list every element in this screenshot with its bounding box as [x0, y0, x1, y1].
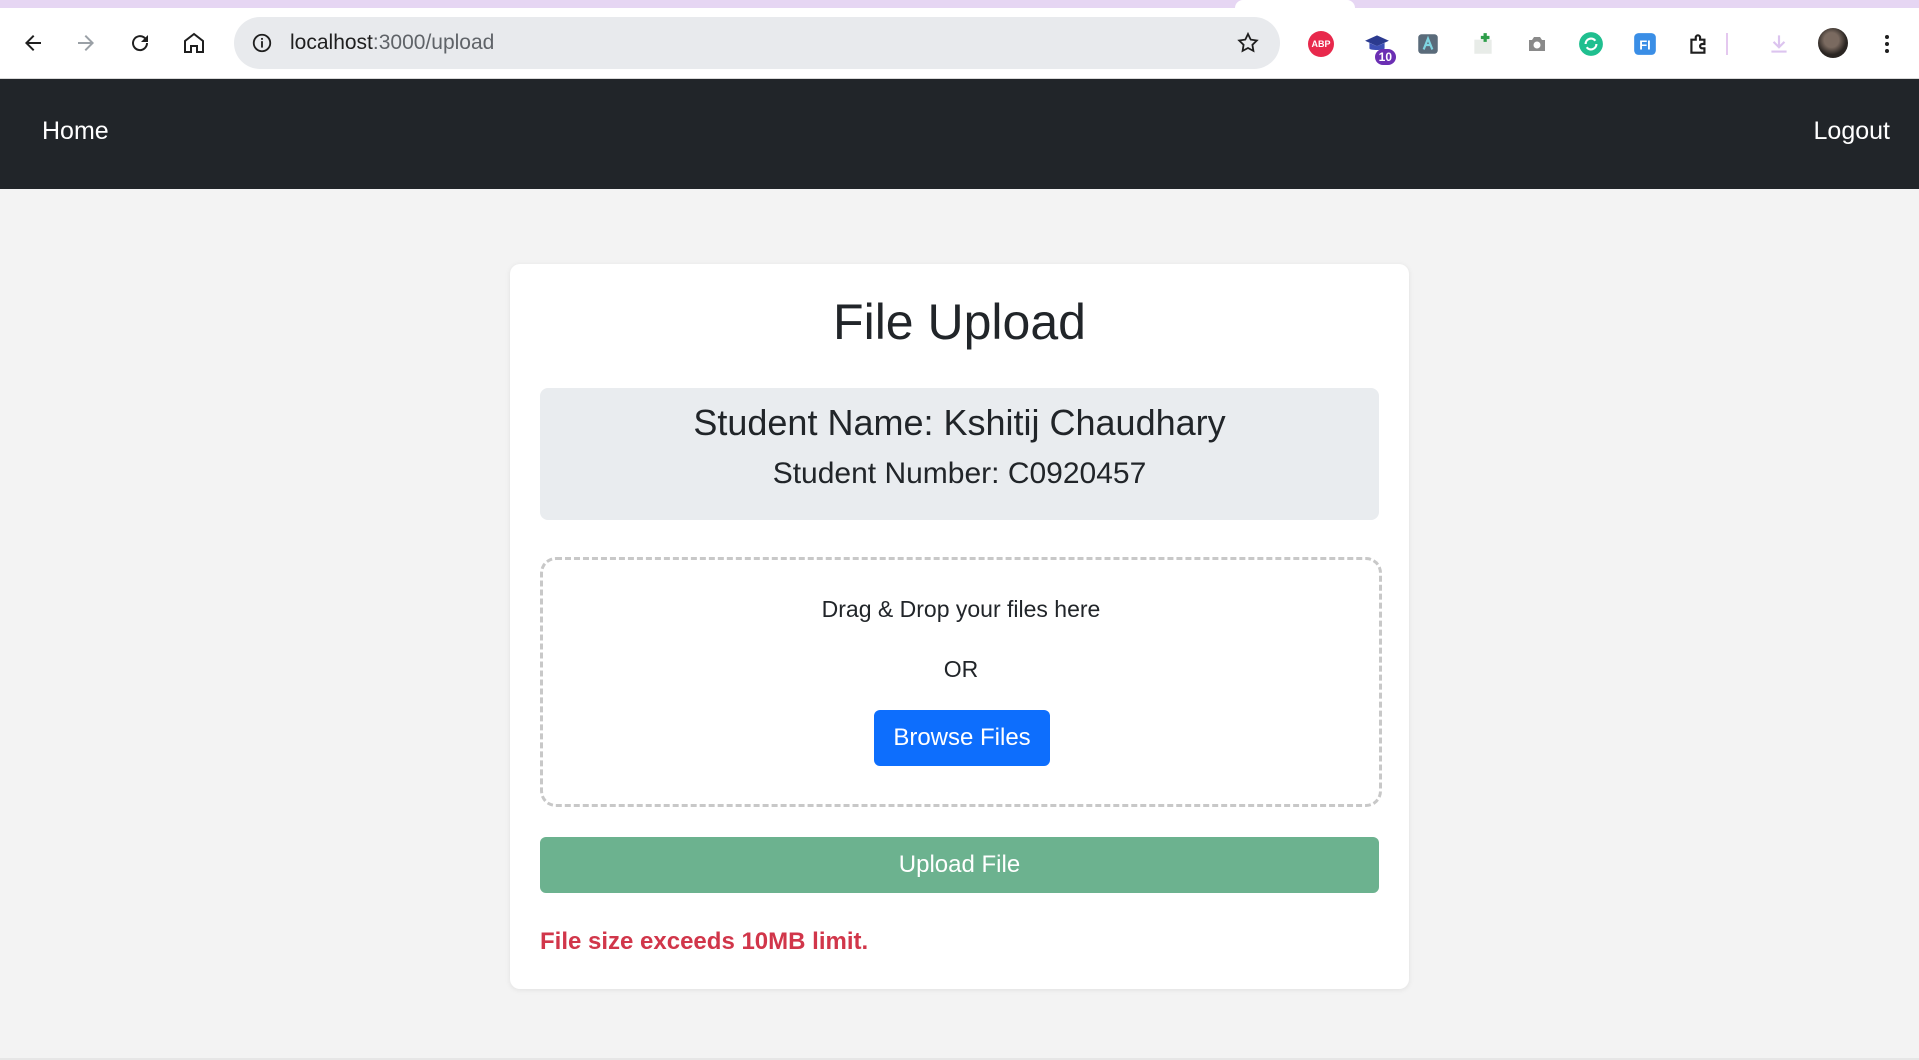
- adblock-plus-icon[interactable]: ABP: [1306, 29, 1336, 59]
- svg-text:FI: FI: [1639, 37, 1651, 52]
- extension-badge: 10: [1374, 49, 1396, 65]
- fi-extension-icon[interactable]: FI: [1630, 29, 1660, 59]
- toolbar-divider: [1722, 29, 1732, 59]
- file-dropzone[interactable]: Drag & Drop your files here OR Browse Fi…: [540, 557, 1382, 807]
- browse-files-button[interactable]: Browse Files: [874, 710, 1050, 766]
- back-arrow-icon[interactable]: [14, 24, 52, 62]
- nav-logout-link[interactable]: Logout: [1814, 117, 1890, 146]
- home-icon[interactable]: [175, 24, 213, 62]
- app-navbar: Home Logout: [0, 79, 1919, 189]
- browser-toolbar: localhost:3000/upload ABP 10 FI: [0, 8, 1919, 79]
- url-host: localhost: [290, 31, 373, 54]
- camera-icon[interactable]: [1522, 29, 1552, 59]
- dropzone-or-text: OR: [943, 656, 979, 682]
- download-icon[interactable]: [1764, 29, 1794, 59]
- extensions-puzzle-icon[interactable]: [1684, 29, 1714, 59]
- site-info-icon[interactable]: [248, 29, 276, 57]
- profile-avatar[interactable]: [1818, 28, 1848, 58]
- nav-home-link[interactable]: Home: [42, 117, 109, 146]
- student-number: Student Number: C0920457: [772, 457, 1147, 490]
- upload-card: File Upload Student Name: Kshitij Chaudh…: [510, 264, 1409, 989]
- student-info-box: Student Name: Kshitij Chaudhary Student …: [540, 388, 1379, 520]
- browser-tab-edge: [1235, 0, 1355, 8]
- menu-kebab-icon[interactable]: [1872, 29, 1902, 59]
- dropzone-instruction: Drag & Drop your files here: [821, 596, 1101, 622]
- sync-extension-icon[interactable]: [1576, 29, 1606, 59]
- adblock-plus-logo: ABP: [1308, 31, 1334, 57]
- cap-extension-icon[interactable]: 10: [1362, 29, 1396, 65]
- browser-tabstrip: [0, 0, 1919, 8]
- font-extension-icon[interactable]: [1413, 29, 1443, 59]
- upload-file-button[interactable]: Upload File: [540, 837, 1379, 893]
- error-message: File size exceeds 10MB limit.: [540, 928, 869, 955]
- url-text[interactable]: localhost:3000/upload: [290, 31, 494, 55]
- bookmark-star-icon[interactable]: [1234, 29, 1262, 57]
- address-bar[interactable]: localhost:3000/upload: [234, 17, 1280, 69]
- reload-icon[interactable]: [121, 24, 159, 62]
- url-path: :3000/upload: [372, 31, 495, 54]
- add-extension-icon[interactable]: [1468, 29, 1498, 59]
- student-name: Student Name: Kshitij Chaudhary: [693, 402, 1226, 443]
- forward-arrow-icon[interactable]: [67, 24, 105, 62]
- page-title: File Upload: [833, 294, 1086, 350]
